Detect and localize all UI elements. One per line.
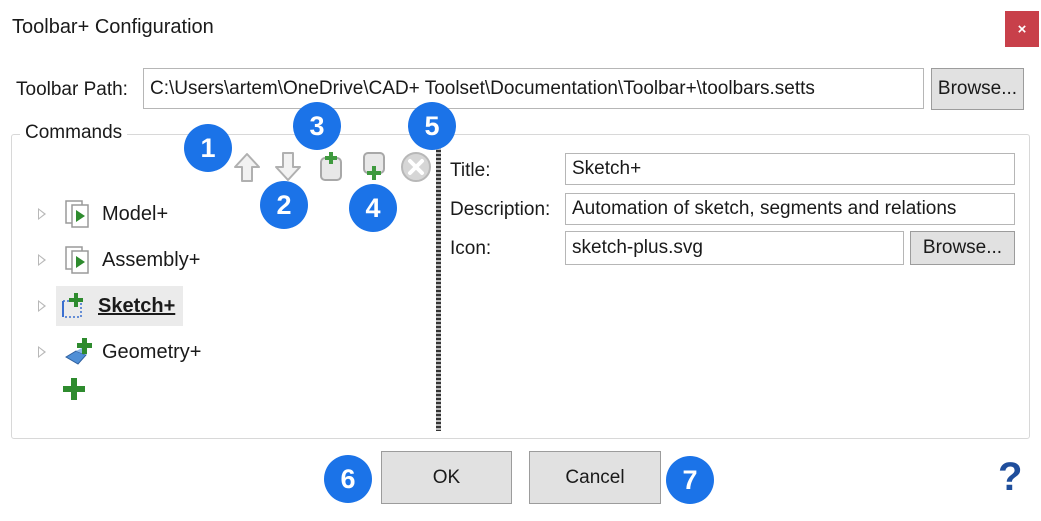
toolbar-path-browse-button[interactable]: Browse... [931,68,1024,110]
arrow-down-icon[interactable] [273,150,303,182]
cancel-button[interactable]: Cancel [529,451,661,504]
description-input[interactable]: Automation of sketch, segments and relat… [565,193,1015,225]
expand-chevron-icon[interactable] [38,254,46,266]
callout-badge: 2 [260,181,308,229]
callout-badge: 6 [324,455,372,503]
assembly-plus-icon [65,246,89,274]
title-label: Title: [450,160,491,181]
help-icon[interactable]: ? [998,455,1022,500]
callout-badge: 3 [293,102,341,150]
expand-chevron-icon[interactable] [38,208,46,220]
tree-item-assembly[interactable]: Assembly+ [38,245,428,275]
callout-badge: 7 [666,456,714,504]
icon-label: Icon: [450,238,492,259]
callout-badge: 5 [408,102,456,150]
commands-group-label: Commands [20,122,128,144]
callout-badge: 4 [349,184,397,232]
tree-item-label: Sketch+ [98,294,176,317]
tree-item-label: Model+ [102,202,169,225]
panel-splitter[interactable] [436,146,441,431]
tree-item-sketch[interactable]: Sketch+ [38,286,428,326]
toolbar-path-label: Toolbar Path: [16,79,128,100]
arrow-up-icon[interactable] [232,152,262,184]
model-plus-icon [65,200,89,228]
add-command-icon[interactable] [317,150,347,182]
callout-badge: 1 [184,124,232,172]
icon-browse-button[interactable]: Browse... [910,231,1015,265]
tree-item-label: Assembly+ [102,248,201,271]
expand-chevron-icon[interactable] [38,346,46,358]
close-button[interactable]: × [1005,11,1039,47]
tree-item-label: Geometry+ [102,340,202,363]
window-title: Toolbar+ Configuration [12,16,214,38]
icon-input[interactable]: sketch-plus.svg [565,231,904,265]
geometry-plus-icon [65,338,92,365]
ok-button[interactable]: OK [381,451,512,504]
sketch-plus-icon [62,293,83,318]
add-toolbar-icon[interactable] [62,377,86,401]
remove-icon[interactable] [399,150,433,184]
add-group-icon[interactable] [360,150,390,182]
expand-chevron-icon[interactable] [38,300,46,312]
selected-highlight[interactable]: Sketch+ [56,286,184,326]
tree-item-geometry[interactable]: Geometry+ [38,337,428,367]
toolbar-path-input[interactable]: C:\Users\artem\OneDrive\CAD+ Toolset\Doc… [143,68,924,109]
description-label: Description: [450,199,551,220]
title-input[interactable]: Sketch+ [565,153,1015,185]
